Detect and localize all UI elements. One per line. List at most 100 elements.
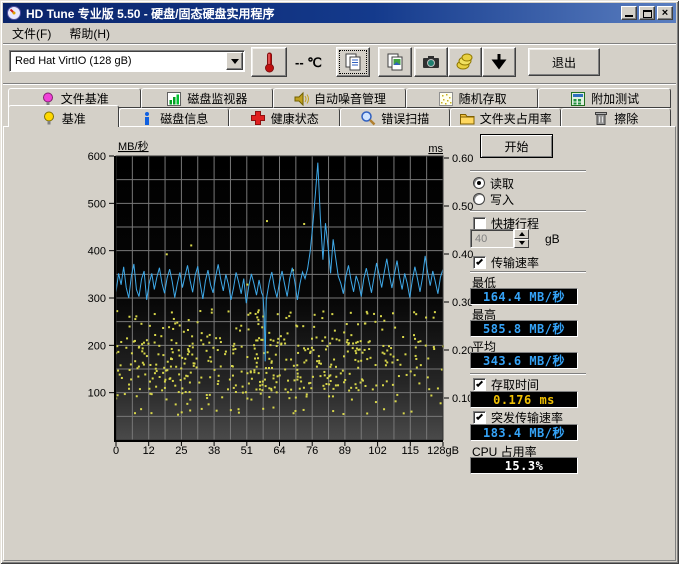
svg-text:100: 100 — [88, 388, 106, 400]
copy-text-icon — [343, 52, 363, 72]
svg-text:89: 89 — [339, 445, 351, 457]
separator — [470, 271, 586, 273]
temperature-readout: -- ℃ — [295, 55, 322, 71]
window-titlebar: HD Tune 专业版 5.50 - 硬盘/固态硬盘实用程序 × — [3, 3, 676, 23]
svg-text:600: 600 — [88, 151, 106, 163]
drive-selector-value: Red Hat VirtIO (128 gB) — [10, 55, 226, 67]
svg-text:500: 500 — [88, 198, 106, 210]
tab-disk-info[interactable]: 磁盘信息 — [119, 108, 230, 127]
benchmark-icon — [41, 110, 57, 126]
spinner-down-button[interactable] — [514, 239, 529, 249]
tab-disk-monitor[interactable]: 磁盘监视器 — [141, 88, 274, 108]
coins-icon — [455, 52, 475, 72]
svg-text:38: 38 — [208, 445, 220, 457]
app-icon[interactable] — [6, 5, 22, 21]
svg-text:200: 200 — [88, 340, 106, 352]
minimize-icon — [625, 15, 633, 17]
svg-text:ms: ms — [428, 143, 443, 155]
benchmark-chart: 0 12 25 38 51 64 76 89 102 115 128gB 600 500 400 300 20… — [10, 133, 480, 465]
tab-folder-usage[interactable]: 文件夹占用率 — [450, 108, 561, 127]
checkmark-icon — [476, 257, 483, 264]
spinner-up-button[interactable] — [514, 229, 529, 239]
folder-icon — [459, 110, 475, 126]
access-time-lcd: 0.176 ms — [470, 391, 578, 408]
write-radio[interactable]: 写入 — [473, 192, 514, 206]
svg-text:12: 12 — [143, 445, 155, 457]
tab-benchmark[interactable]: 基准 — [8, 105, 119, 127]
info-icon — [139, 110, 155, 126]
access-time-checkbox[interactable]: 存取时间 — [473, 377, 539, 391]
exit-button[interactable]: 退出 — [528, 48, 600, 76]
checkmark-icon — [476, 412, 483, 419]
tab-random-access[interactable]: 随机存取 — [406, 88, 539, 108]
temperature-button[interactable] — [251, 47, 287, 77]
extra-tests-icon — [570, 91, 586, 107]
svg-text:102: 102 — [368, 445, 386, 457]
svg-text:115: 115 — [402, 445, 420, 457]
checkmark-icon — [476, 379, 483, 386]
svg-text:25: 25 — [175, 445, 187, 457]
burst-rate-checkbox[interactable]: 突发传输速率 — [473, 410, 563, 424]
radio-icon — [473, 193, 485, 205]
svg-text:0: 0 — [113, 445, 119, 457]
health-cross-icon — [250, 110, 266, 126]
random-dots-icon — [438, 91, 454, 107]
cpu-usage-lcd: 15.3% — [470, 457, 578, 474]
svg-text:76: 76 — [306, 445, 318, 457]
read-radio[interactable]: 读取 — [473, 176, 514, 190]
transfer-rate-checkbox[interactable]: 传输速率 — [473, 255, 539, 269]
chevron-down-icon[interactable] — [226, 52, 243, 70]
avg-value-lcd: 343.6 MB/秒 — [470, 352, 578, 369]
svg-text:64: 64 — [273, 445, 285, 457]
min-value-lcd: 164.4 MB/秒 — [470, 288, 578, 305]
separator — [470, 210, 586, 212]
bar-chart-icon — [166, 91, 182, 107]
separator — [470, 170, 586, 172]
magnifier-icon — [360, 110, 376, 126]
tab-error-scan[interactable]: 错误扫描 — [340, 108, 451, 127]
copy-text-button[interactable] — [336, 47, 370, 77]
burst-rate-lcd: 183.4 MB/秒 — [470, 424, 578, 441]
start-button[interactable]: 开始 — [480, 134, 553, 158]
menu-bar: 文件(F) 帮助(H) — [3, 24, 676, 43]
svg-text:300: 300 — [88, 293, 106, 305]
svg-text:MB/秒: MB/秒 — [118, 139, 149, 153]
close-button[interactable]: × — [657, 6, 673, 20]
maximize-button[interactable] — [639, 6, 655, 20]
svg-text:128gB: 128gB — [427, 445, 459, 457]
copy-image-button[interactable] — [378, 47, 412, 77]
tab-extra-tests[interactable]: 附加测试 — [538, 88, 671, 108]
down-arrow-icon — [490, 52, 508, 72]
donate-button[interactable] — [448, 47, 482, 77]
maximize-icon — [643, 10, 652, 18]
tab-health[interactable]: 健康状态 — [229, 108, 340, 127]
toolbar: Red Hat VirtIO (128 gB) -- ℃ — [3, 45, 676, 82]
checkbox-icon — [473, 411, 486, 424]
control-panel: 开始 读取 写入 快捷行程 40 gB 传输速率 最低 — [470, 132, 676, 480]
minimize-button[interactable] — [621, 6, 637, 20]
capacity-spinner: 40 gB — [470, 229, 560, 248]
svg-text:51: 51 — [241, 445, 253, 457]
tab-erase[interactable]: 擦除 — [561, 108, 672, 127]
close-icon: × — [658, 7, 672, 19]
capacity-field[interactable]: 40 — [470, 229, 514, 248]
tab-row-bottom: 基准 磁盘信息 健康状态 错误扫描 文件夹占用率 — [8, 108, 671, 127]
tab-noise-management[interactable]: 自动噪音管理 — [273, 88, 406, 108]
menu-item-file[interactable]: 文件(F) — [3, 23, 60, 44]
divider — [3, 83, 676, 85]
trash-icon — [593, 110, 609, 126]
checkbox-icon — [473, 217, 486, 230]
svg-text:400: 400 — [88, 246, 106, 258]
capacity-unit-label: gB — [545, 232, 560, 246]
checkbox-icon — [473, 256, 486, 269]
drive-selector[interactable]: Red Hat VirtIO (128 gB) — [9, 50, 245, 72]
screenshot-button[interactable] — [414, 47, 448, 77]
window-title: HD Tune 专业版 5.50 - 硬盘/固态硬盘实用程序 — [26, 5, 274, 22]
speaker-icon — [293, 91, 309, 107]
menu-item-help[interactable]: 帮助(H) — [60, 23, 119, 44]
thermometer-icon — [261, 51, 277, 73]
save-results-button[interactable] — [482, 47, 516, 77]
app-window: HD Tune 专业版 5.50 - 硬盘/固态硬盘实用程序 × 文件(F) 帮… — [0, 0, 679, 564]
radio-icon — [473, 177, 485, 189]
short-stroke-checkbox[interactable]: 快捷行程 — [473, 216, 539, 230]
